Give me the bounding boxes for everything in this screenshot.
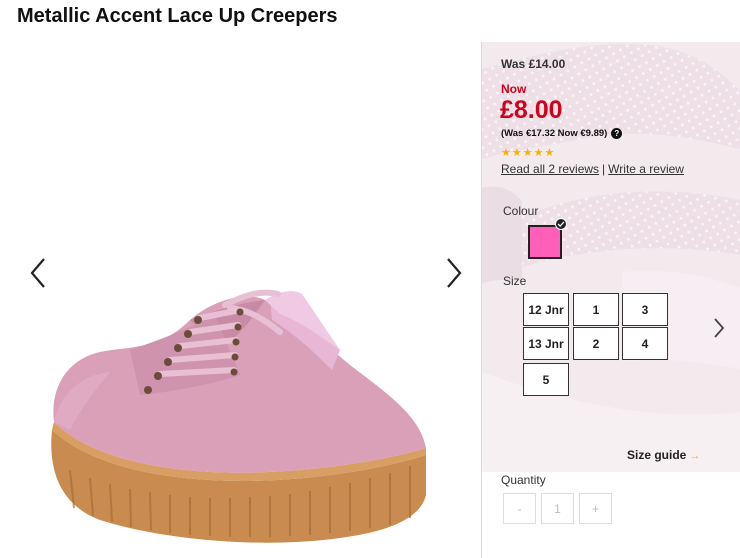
size-next-button[interactable] xyxy=(710,314,728,342)
product-image xyxy=(51,289,427,543)
product-gallery xyxy=(0,40,480,558)
colour-label: Colour xyxy=(503,204,539,218)
help-icon[interactable]: ? xyxy=(611,128,623,139)
size-label: Size xyxy=(503,274,527,288)
size-guide-label: Size guide xyxy=(627,448,687,462)
quantity-decrease-button[interactable]: - xyxy=(503,493,536,524)
colour-swatch-pink[interactable] xyxy=(528,225,562,259)
alt-currency-text: (Was €17.32 Now €9.89) xyxy=(501,128,608,139)
product-details-panel: Was £14.00 Now £8.00 (Was €17.32 Now €9.… xyxy=(481,42,740,558)
was-price: Was £14.00 xyxy=(501,57,566,71)
size-option[interactable]: 1 xyxy=(573,293,619,326)
size-option[interactable]: 2 xyxy=(573,327,619,360)
alt-currency-price: (Was €17.32 Now €9.89) ? xyxy=(501,128,623,139)
write-review-link[interactable]: Write a review xyxy=(608,162,684,176)
size-option[interactable]: 3 xyxy=(622,293,668,326)
arrow-right-icon: → xyxy=(689,450,701,462)
quantity-label: Quantity xyxy=(501,473,546,487)
star-icon: ★ xyxy=(511,147,523,159)
review-link-separator: | xyxy=(602,162,606,176)
star-icon: ★ xyxy=(533,147,545,159)
size-option[interactable]: 4 xyxy=(622,327,668,360)
star-icon: ★ xyxy=(522,147,534,159)
chevron-right-icon xyxy=(714,318,725,338)
star-icon: ★ xyxy=(544,147,556,159)
check-icon xyxy=(555,218,567,230)
chevron-right-icon xyxy=(447,258,462,288)
gallery-next-button[interactable] xyxy=(440,253,470,293)
quantity-input[interactable]: 1 xyxy=(541,493,574,524)
product-title: Metallic Accent Lace Up Creepers xyxy=(17,5,338,27)
star-icon: ★ xyxy=(501,147,512,159)
rating-stars: ★★★★★ xyxy=(501,146,555,159)
size-option[interactable]: 13 Jnr xyxy=(523,327,569,360)
size-option[interactable]: 12 Jnr xyxy=(523,293,569,326)
size-guide-link[interactable]: Size guide → xyxy=(627,448,700,462)
now-price: £8.00 xyxy=(500,96,563,124)
quantity-increase-button[interactable]: + xyxy=(579,493,612,524)
read-reviews-link[interactable]: Read all 2 reviews xyxy=(501,162,599,176)
review-links: Read all 2 reviews | Write a review xyxy=(501,162,684,176)
now-label: Now xyxy=(501,82,527,96)
size-option[interactable]: 5 xyxy=(523,363,569,396)
